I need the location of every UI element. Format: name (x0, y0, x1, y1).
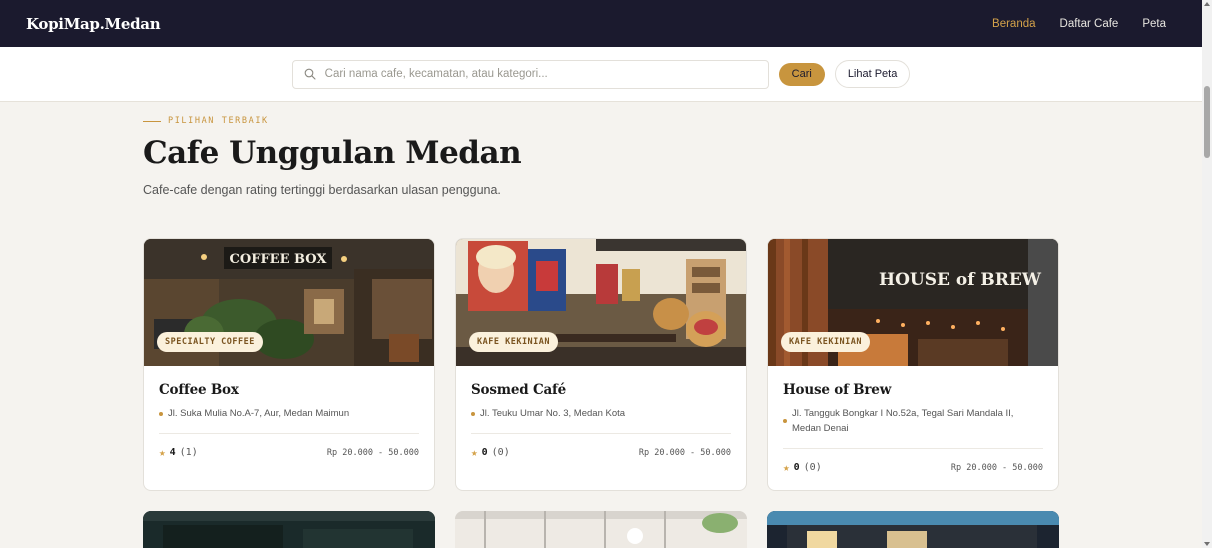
rating-value: 4 (169, 447, 176, 458)
location-dot-icon (471, 412, 475, 416)
star-icon: ★ (159, 446, 166, 459)
cafe-photo: KAFE KEKINIAN (456, 239, 746, 366)
rating: ★ 4 (1) (159, 446, 198, 459)
site-logo[interactable]: KopiMap.Medan (26, 15, 161, 33)
cafe-address: Jl. Teuku Umar No. 3, Medan Kota (471, 406, 731, 421)
card-divider (159, 433, 419, 434)
card-footer: ★ 4 (1) Rp 20.000 - 50.000 (159, 446, 419, 459)
cafe-photo (143, 511, 435, 548)
nav-link-daftar-cafe[interactable]: Daftar Cafe (1060, 18, 1119, 30)
house-of-brew-sign-text: HOUSE of BREW (879, 270, 1042, 290)
page-scrollbar[interactable] (1202, 0, 1212, 548)
rating: ★ 0 (0) (471, 446, 510, 459)
cafe-card-partial[interactable] (455, 511, 747, 548)
rating-count: (1) (179, 447, 198, 458)
featured-section-header: PILIHAN TERBAIK Cafe Unggulan Medan Cafe… (143, 102, 1059, 197)
scroll-down-icon[interactable] (1204, 542, 1210, 546)
view-map-button[interactable]: Lihat Peta (834, 60, 911, 88)
coffee-box-sign-text: COFFEE BOX (230, 252, 328, 267)
cafe-name[interactable]: House of Brew (783, 382, 1043, 398)
nav-link-beranda[interactable]: Beranda (992, 18, 1035, 30)
price-range: Rp 20.000 - 50.000 (326, 447, 419, 458)
card-divider (783, 448, 1043, 449)
price-range: Rp 20.000 - 50.000 (950, 462, 1043, 473)
rating-count: (0) (803, 462, 822, 473)
cafe-address: Jl. Suka Mulia No.A-7, Aur, Medan Maimun (159, 406, 419, 421)
cafe-photo (767, 511, 1059, 548)
category-badge: SPECIALTY COFFEE (157, 332, 263, 352)
cafe-card[interactable]: COFFEE BOX SPECIALTY COFFEE Coffee Box J… (143, 238, 435, 491)
rating-value: 0 (481, 447, 488, 458)
location-dot-icon (783, 419, 787, 423)
search-icon (304, 68, 316, 80)
cafe-address: Jl. Tangguk Bongkar I No.52a, Tegal Sari… (783, 406, 1043, 436)
cafe-address-text: Jl. Suka Mulia No.A-7, Aur, Medan Maimun (168, 408, 350, 419)
cafe-card-partial[interactable] (143, 511, 435, 548)
search-input[interactable] (324, 68, 757, 80)
location-dot-icon (159, 412, 163, 416)
cafe-photo (455, 511, 747, 548)
cafe-card[interactable]: KAFE KEKINIAN Sosmed Café Jl. Teuku Umar… (455, 238, 747, 491)
nav-links: Beranda Daftar Cafe Peta (992, 18, 1166, 30)
cafe-card-grid: COFFEE BOX SPECIALTY COFFEE Coffee Box J… (143, 238, 1059, 491)
cafe-card-grid-row-2 (143, 511, 1059, 548)
card-divider (471, 433, 731, 434)
price-range: Rp 20.000 - 50.000 (638, 447, 731, 458)
cafe-card-partial[interactable] (767, 511, 1059, 548)
eyebrow-line (143, 120, 161, 122)
cafe-address-text: Jl. Tangguk Bongkar I No.52a, Tegal Sari… (792, 408, 1014, 434)
section-subtitle: Cafe-cafe dengan rating tertinggi berdas… (143, 183, 501, 197)
cafe-name[interactable]: Sosmed Café (471, 382, 731, 398)
cafe-address-text: Jl. Teuku Umar No. 3, Medan Kota (480, 408, 626, 419)
rating: ★ 0 (0) (783, 461, 822, 474)
card-footer: ★ 0 (0) Rp 20.000 - 50.000 (783, 461, 1043, 474)
eyebrow-text: PILIHAN TERBAIK (168, 116, 269, 126)
nav-link-peta[interactable]: Peta (1142, 18, 1166, 30)
scrollbar-thumb[interactable] (1204, 86, 1210, 158)
star-icon: ★ (783, 461, 790, 474)
eyebrow: PILIHAN TERBAIK (143, 116, 1059, 126)
cafe-name[interactable]: Coffee Box (159, 382, 419, 398)
search-button[interactable]: Cari (778, 62, 825, 86)
search-box[interactable] (291, 59, 769, 89)
cafe-card[interactable]: HOUSE of BREW KAFE KEKINIAN House of Bre… (767, 238, 1059, 491)
cafe-photo: COFFEE BOX SPECIALTY COFFEE (144, 239, 434, 366)
section-title: Cafe Unggulan Medan (143, 135, 522, 171)
rating-value: 0 (793, 462, 800, 473)
cafe-photo: HOUSE of BREW KAFE KEKINIAN (768, 239, 1058, 366)
scroll-up-icon[interactable] (1204, 2, 1210, 6)
star-icon: ★ (471, 446, 478, 459)
category-badge: KAFE KEKINIAN (469, 332, 559, 352)
search-bar: Cari Lihat Peta (0, 47, 1202, 102)
navbar: KopiMap.Medan Beranda Daftar Cafe Peta (0, 0, 1202, 47)
rating-count: (0) (491, 447, 510, 458)
card-footer: ★ 0 (0) Rp 20.000 - 50.000 (471, 446, 731, 459)
category-badge: KAFE KEKINIAN (781, 332, 871, 352)
